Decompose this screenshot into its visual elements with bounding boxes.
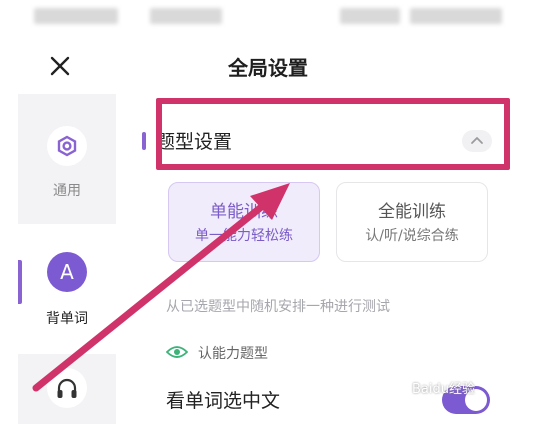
eye-icon (166, 346, 188, 358)
active-indicator (18, 260, 22, 304)
status-bar (0, 0, 536, 36)
mode-name: 全能训练 (378, 202, 446, 222)
full-training-option[interactable]: 全能训练 认/听/说综合练 (336, 182, 488, 262)
sidebar-item-label: 通用 (53, 183, 81, 199)
page-title: 全局设置 (228, 56, 308, 80)
status-blur-left (34, 8, 118, 24)
headphones-icon (47, 368, 87, 408)
gear-hexagon-icon (47, 126, 87, 166)
ability-label: 认能力题型 (198, 346, 268, 362)
question-type-label: 看单词选中文 (166, 390, 281, 412)
single-training-option[interactable]: 单能训练 单一能力轻松练 (168, 182, 320, 262)
mode-name: 单能训练 (210, 202, 278, 222)
mode-desc: 认/听/说综合练 (365, 228, 459, 244)
section-marker (142, 132, 146, 150)
sidebar-item-label: 背单词 (46, 311, 88, 327)
status-blur-mid (150, 8, 222, 24)
sidebar-item-listen[interactable] (18, 354, 116, 424)
letter-a-icon: A (47, 252, 87, 292)
sidebar-item-words[interactable]: A 背单词 (18, 224, 116, 354)
hint-text: 从已选题型中随机安排一种进行测试 (166, 299, 390, 315)
status-blur-right-2 (410, 8, 502, 24)
sidebar: 通用 A 背单词 (18, 94, 116, 424)
status-blur-right-1 (340, 8, 400, 24)
header: 全局设置 (0, 36, 536, 94)
annotation-highlight-box (156, 98, 510, 170)
watermark: Baidu经验 (412, 382, 475, 397)
sidebar-item-general[interactable]: 通用 (18, 94, 116, 224)
mode-desc: 单一能力轻松练 (195, 228, 293, 244)
